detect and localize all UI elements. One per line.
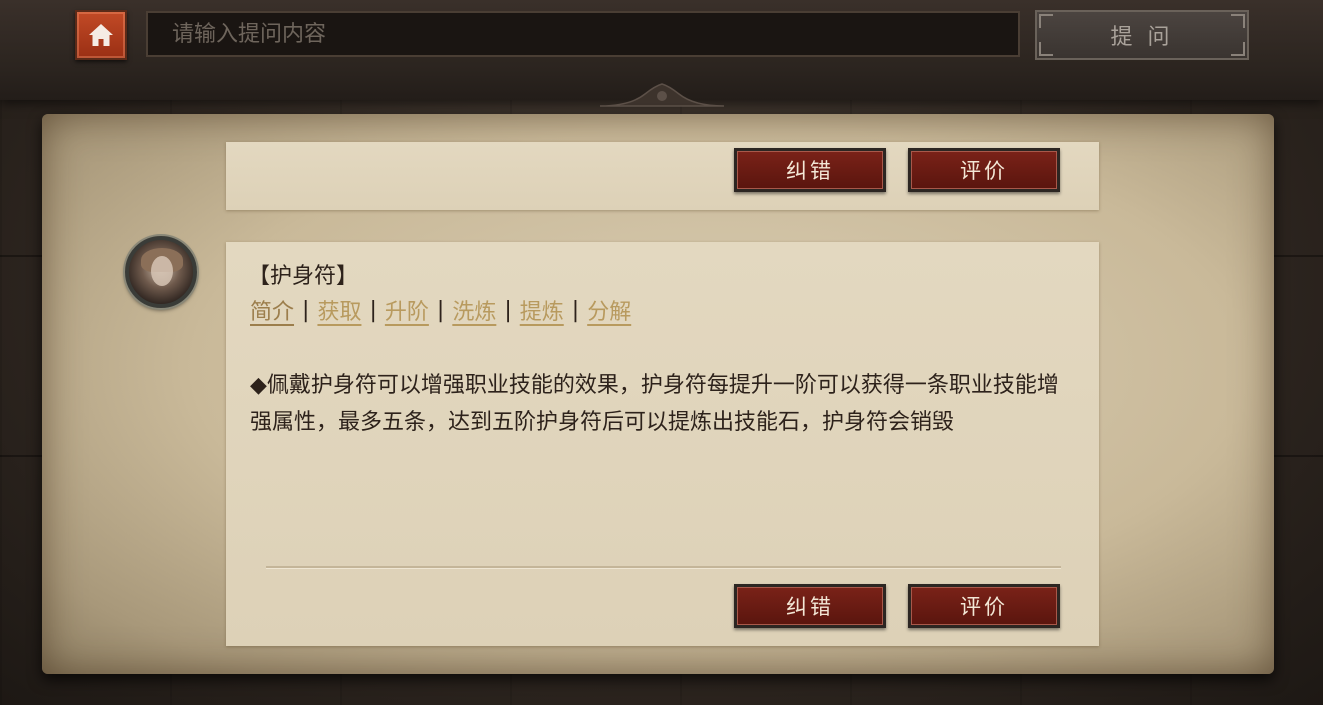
tab-separator: |	[369, 297, 377, 323]
avatar	[125, 236, 197, 308]
rate-button[interactable]: 评价	[908, 584, 1060, 628]
correct-button[interactable]: 纠错	[734, 148, 886, 192]
answer-card: 【护身符】 简介 | 获取 | 升阶 | 洗炼 | 提炼 | 分解 ◆佩戴护身符…	[226, 242, 1099, 646]
home-icon	[89, 24, 113, 46]
ask-button-label: 提 问	[1110, 25, 1174, 50]
search-input[interactable]	[146, 11, 1020, 57]
divider	[266, 566, 1061, 569]
answer-title: 【护身符】	[248, 264, 359, 289]
tab-separator: |	[571, 297, 580, 323]
tab-intro[interactable]: 简介	[250, 294, 294, 326]
tab-obtain[interactable]: 获取	[317, 294, 361, 326]
top-bar: 提 问	[0, 0, 1323, 107]
tab-refine-wash[interactable]: 洗炼	[452, 294, 496, 326]
tab-upgrade[interactable]: 升阶	[385, 294, 429, 326]
tab-separator: |	[302, 297, 310, 323]
tab-separator: |	[504, 297, 512, 323]
correct-button[interactable]: 纠错	[734, 584, 886, 628]
portrait-face	[151, 256, 173, 286]
ask-button[interactable]: 提 问	[1035, 10, 1249, 60]
tab-decompose[interactable]: 分解	[587, 294, 631, 326]
answer-description: ◆佩戴护身符可以增强职业技能的效果，护身符每提升一阶可以获得一条职业技能增强属性…	[250, 373, 1059, 435]
ornament-icon	[600, 83, 724, 107]
rate-button[interactable]: 评价	[908, 148, 1060, 192]
tab-separator: |	[436, 297, 445, 323]
answer-panel: 纠错 评价 【护身符】 简介 | 获取 | 升阶 | 洗炼 | 提炼 | 分解 …	[42, 114, 1274, 674]
correct-button-label: 纠错	[786, 595, 834, 619]
rate-button-label: 评价	[960, 595, 1008, 619]
correct-button-label: 纠错	[786, 159, 834, 183]
topic-tabs: 简介 | 获取 | 升阶 | 洗炼 | 提炼 | 分解	[250, 294, 631, 326]
answer-card-previous: 纠错 评价	[226, 142, 1099, 210]
tab-extract[interactable]: 提炼	[520, 294, 564, 326]
rate-button-label: 评价	[960, 159, 1008, 183]
home-button[interactable]	[75, 10, 127, 60]
